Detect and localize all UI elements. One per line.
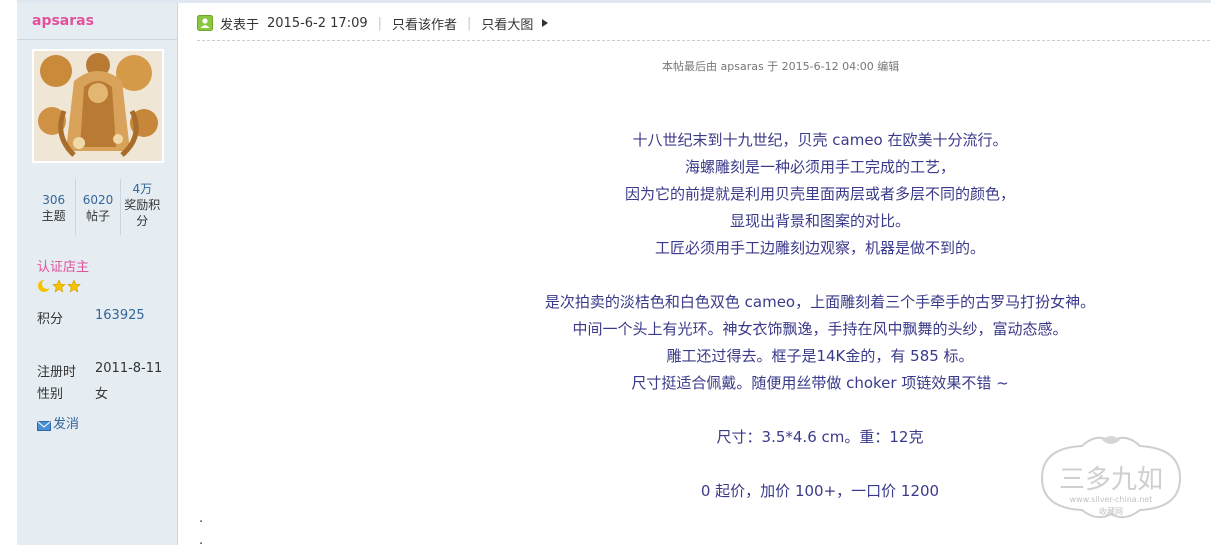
author-username[interactable]: apsaras: [32, 13, 94, 29]
separator: |: [377, 15, 383, 31]
register-value: 2011-8-11: [95, 361, 163, 376]
author-stats: 306 主题 6020 帖子 4万 奖励积分: [32, 179, 164, 235]
stat-posts[interactable]: 6020 帖子: [75, 179, 119, 235]
moon-icon: [38, 279, 51, 292]
stat-reward[interactable]: 4万 奖励积分: [119, 179, 164, 235]
stat-posts-value: 6020: [82, 193, 114, 207]
send-message-link[interactable]: 发消: [37, 413, 79, 432]
stat-posts-label: 帖子: [85, 209, 110, 223]
post-info-bar: 发表于 2015-6-2 17:09 | 只看该作者 | 只看大图: [197, 12, 550, 34]
posted-time: 2015-6-2 17:09: [267, 15, 368, 31]
content-line: 工匠必须用手工边雕刻边观察，机器是做不到的。: [654, 239, 985, 257]
site-watermark-logo: 三多九如 www.silver-china.net 收藏网: [1040, 436, 1182, 519]
gender-row: 性别 女: [37, 383, 108, 402]
big-image-link[interactable]: 只看大图: [481, 14, 533, 33]
header-divider: [197, 40, 1210, 41]
dot: .: [199, 533, 204, 548]
content-line: 尺寸挺适合佩戴。随便用丝带做 choker 项链效果不错 ~: [631, 374, 1009, 392]
stat-threads[interactable]: 306 主题: [32, 179, 75, 235]
star-icon: [67, 279, 81, 293]
only-author-link[interactable]: 只看该作者: [392, 14, 457, 33]
gender-value: 女: [95, 387, 109, 402]
separator: |: [467, 15, 472, 31]
envelope-icon: [37, 420, 51, 431]
watermark-url: www.silver-china.net: [1070, 495, 1153, 504]
register-row: 注册时 2011-8-11: [37, 361, 162, 380]
content-line: 因为它的前提就是利用贝壳里面两层或者多层不同的颜色，: [624, 185, 1015, 203]
points-label: 积分: [37, 312, 64, 327]
avatar-image: [34, 51, 162, 161]
points-value[interactable]: 163925: [95, 308, 145, 323]
content-line: 是次拍卖的淡桔色和白色双色 cameo，上面雕刻着三个手牵手的古罗马打扮女神。: [544, 293, 1096, 311]
points-row: 积分 163925: [37, 308, 145, 327]
send-message-label: 发消: [53, 417, 80, 432]
avatar[interactable]: [32, 49, 164, 163]
top-border: [17, 0, 1211, 3]
stat-threads-label: 主题: [41, 209, 66, 223]
stat-reward-value: 4万: [132, 182, 153, 196]
dot: .: [199, 511, 204, 526]
watermark-title: 三多九如: [1059, 465, 1163, 495]
content-line: 雕工还过得去。框子是14K金的，有 585 标。: [666, 347, 974, 365]
posted-label: 发表于: [220, 17, 260, 33]
content-line: 海螺雕刻是一种必须用手工完成的工艺，: [684, 158, 955, 176]
stat-reward-label: 奖励积分: [124, 198, 161, 228]
rank-stars: [37, 279, 81, 293]
gender-label: 性别: [37, 387, 64, 402]
user-post-icon: [197, 15, 213, 31]
sidebar-divider: [17, 39, 177, 40]
author-sidebar: apsaras 306 主题 6020 帖子 4万 奖励积分 认证店主 积分 1…: [17, 3, 178, 545]
content-line: 显现出背景和图案的对比。: [729, 212, 910, 230]
trailing-dots: . .: [199, 508, 203, 552]
stat-threads-value: 306: [42, 193, 66, 207]
content-line: 中间一个头上有光环。神女衣饰飘逸，手持在风中飘舞的头纱，富动态感。: [572, 320, 1068, 338]
edit-note-text: 本帖最后由 apsaras 于 2015-6-12 04:00 编辑: [662, 60, 900, 73]
star-icon: [52, 279, 66, 293]
watermark-sub: 收藏网: [1099, 506, 1123, 516]
triangle-right-icon[interactable]: [540, 18, 550, 28]
user-rank[interactable]: 认证店主: [37, 256, 89, 275]
register-label: 注册时: [37, 365, 77, 380]
content-line: 十八世纪末到十九世纪，贝壳 cameo 在欧美十分流行。: [632, 131, 1008, 149]
